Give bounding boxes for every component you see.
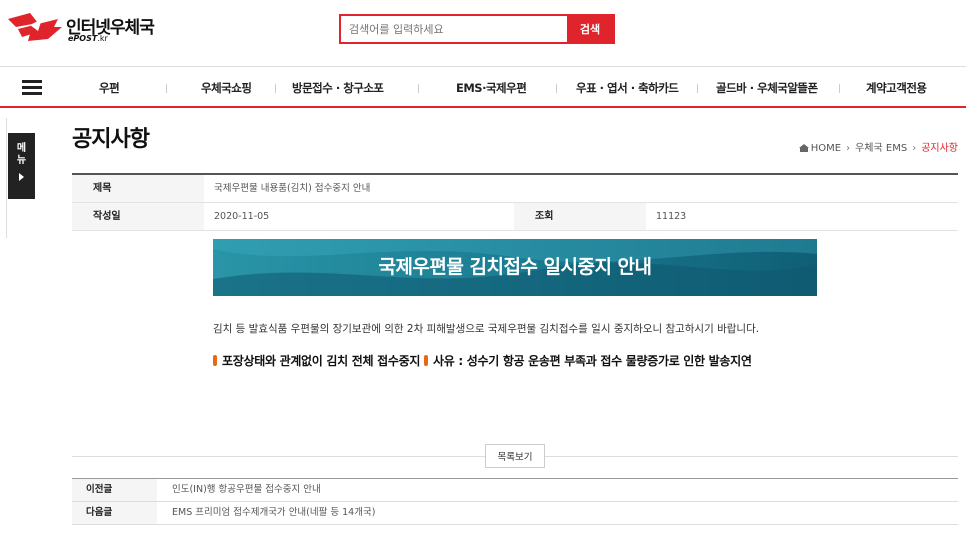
bullet-icon bbox=[213, 355, 217, 366]
subject-value: 국제우편물 내용품(김치) 접수중지 안내 bbox=[214, 183, 371, 194]
subject-label: 제목 bbox=[72, 175, 204, 202]
header: 인터넷우체국 ePOST.kr 검색 bbox=[0, 0, 966, 66]
gnb-item-goldbar[interactable]: 골드바 · 우체국알뜰폰 bbox=[716, 80, 818, 96]
notice-banner: 국제우편물 김치접수 일시중지 안내 bbox=[213, 239, 817, 296]
date-value: 2020-11-05 bbox=[214, 211, 270, 222]
gnb-divider bbox=[418, 84, 419, 93]
gnb-item-contract[interactable]: 계약고객전용 bbox=[866, 80, 927, 96]
chevron-right-icon: › bbox=[846, 143, 851, 154]
search-box: 검색 bbox=[339, 14, 615, 44]
prev-next-nav: 이전글 인도(IN)행 항공우편물 접수중지 안내 다음글 EMS 프리미엄 접… bbox=[72, 478, 958, 525]
gnb-item-shopping[interactable]: 우체국쇼핑 bbox=[201, 80, 252, 96]
gnb-item-ems[interactable]: EMS·국제우편 bbox=[456, 80, 527, 96]
meta-row: 작성일 2020-11-05 조회 11123 bbox=[72, 203, 958, 231]
side-divider bbox=[6, 118, 7, 238]
prev-link[interactable]: 인도(IN)행 항공우편물 접수중지 안내 bbox=[172, 479, 321, 501]
highlight-2: 사유 : 성수기 항공 운송편 부족과 접수 물량증가로 인한 발송지연 bbox=[432, 354, 752, 368]
logo-sub: ePOST.kr bbox=[68, 34, 108, 43]
breadcrumb-home[interactable]: HOME bbox=[811, 143, 841, 154]
chevron-right-icon bbox=[19, 173, 24, 181]
banner-text: 국제우편물 김치접수 일시중지 안내 bbox=[378, 256, 652, 278]
list-button[interactable]: 목록보기 bbox=[485, 444, 545, 468]
chevron-right-icon: › bbox=[912, 143, 917, 154]
gnb-item-post[interactable]: 우편 bbox=[99, 80, 120, 96]
breadcrumb-current: 공지사항 bbox=[921, 143, 958, 154]
next-row: 다음글 EMS 프리미엄 접수제개국가 안내(네팔 등 14개국) bbox=[72, 502, 958, 525]
breadcrumb: HOME › 우체국 EMS › 공지사항 bbox=[798, 139, 958, 154]
logo-sub-domain: .kr bbox=[97, 34, 108, 43]
next-link[interactable]: EMS 프리미엄 접수제개국가 안내(네팔 등 14개국) bbox=[172, 502, 375, 524]
epost-logo-icon bbox=[8, 13, 62, 41]
prev-label: 이전글 bbox=[72, 479, 157, 501]
search-button[interactable]: 검색 bbox=[567, 16, 613, 42]
gnb-item-visit-parcel[interactable]: 방문접수 · 창구소포 bbox=[292, 80, 384, 96]
global-nav: 우편 우체국쇼핑 방문접수 · 창구소포 EMS·국제우편 우표 · 엽서 · … bbox=[0, 66, 966, 108]
subject-row: 제목 국제우편물 내용품(김치) 접수중지 안내 bbox=[72, 175, 958, 203]
highlight-1: 포장상태와 관계없이 김치 전체 접수중지 bbox=[222, 354, 421, 368]
gnb-divider bbox=[166, 84, 167, 93]
side-menu-tab[interactable]: 메 뉴 bbox=[8, 133, 35, 199]
gnb-divider bbox=[697, 84, 698, 93]
notice-view: 제목 국제우편물 내용품(김치) 접수중지 안내 작성일 2020-11-05 … bbox=[72, 173, 958, 457]
notice-content: 국제우편물 김치접수 일시중지 안내 김치 등 발효식품 우편물의 장기보관에 … bbox=[72, 231, 958, 457]
gnb-divider bbox=[839, 84, 840, 93]
content-highlight: 포장상태와 관계없이 김치 전체 접수중지 사유 : 성수기 항공 운송편 부족… bbox=[213, 352, 752, 369]
bullet-icon bbox=[423, 355, 428, 366]
views-label: 조회 bbox=[514, 203, 646, 230]
views-value: 11123 bbox=[656, 211, 687, 222]
search-input[interactable] bbox=[341, 16, 569, 42]
logo-sub-brand: ePOST bbox=[68, 34, 98, 43]
site-logo[interactable]: 인터넷우체국 ePOST.kr bbox=[8, 13, 158, 45]
breadcrumb-ems[interactable]: 우체국 EMS bbox=[855, 143, 907, 154]
gnb-divider bbox=[556, 84, 557, 93]
prev-row: 이전글 인도(IN)행 항공우편물 접수중지 안내 bbox=[72, 479, 958, 502]
next-label: 다음글 bbox=[72, 502, 157, 524]
home-icon bbox=[798, 144, 809, 152]
side-menu-label-2: 뉴 bbox=[16, 155, 27, 166]
gnb-item-stamps[interactable]: 우표 · 엽서 · 축하카드 bbox=[576, 80, 679, 96]
date-label: 작성일 bbox=[72, 203, 204, 230]
content-paragraph: 김치 등 발효식품 우편물의 장기보관에 의한 2차 피해발생으로 국제우편물 … bbox=[213, 323, 760, 335]
gnb-divider bbox=[275, 84, 276, 93]
page-title: 공지사항 bbox=[72, 127, 150, 152]
hamburger-icon[interactable] bbox=[22, 80, 42, 95]
side-menu-label-1: 메 bbox=[16, 143, 27, 154]
